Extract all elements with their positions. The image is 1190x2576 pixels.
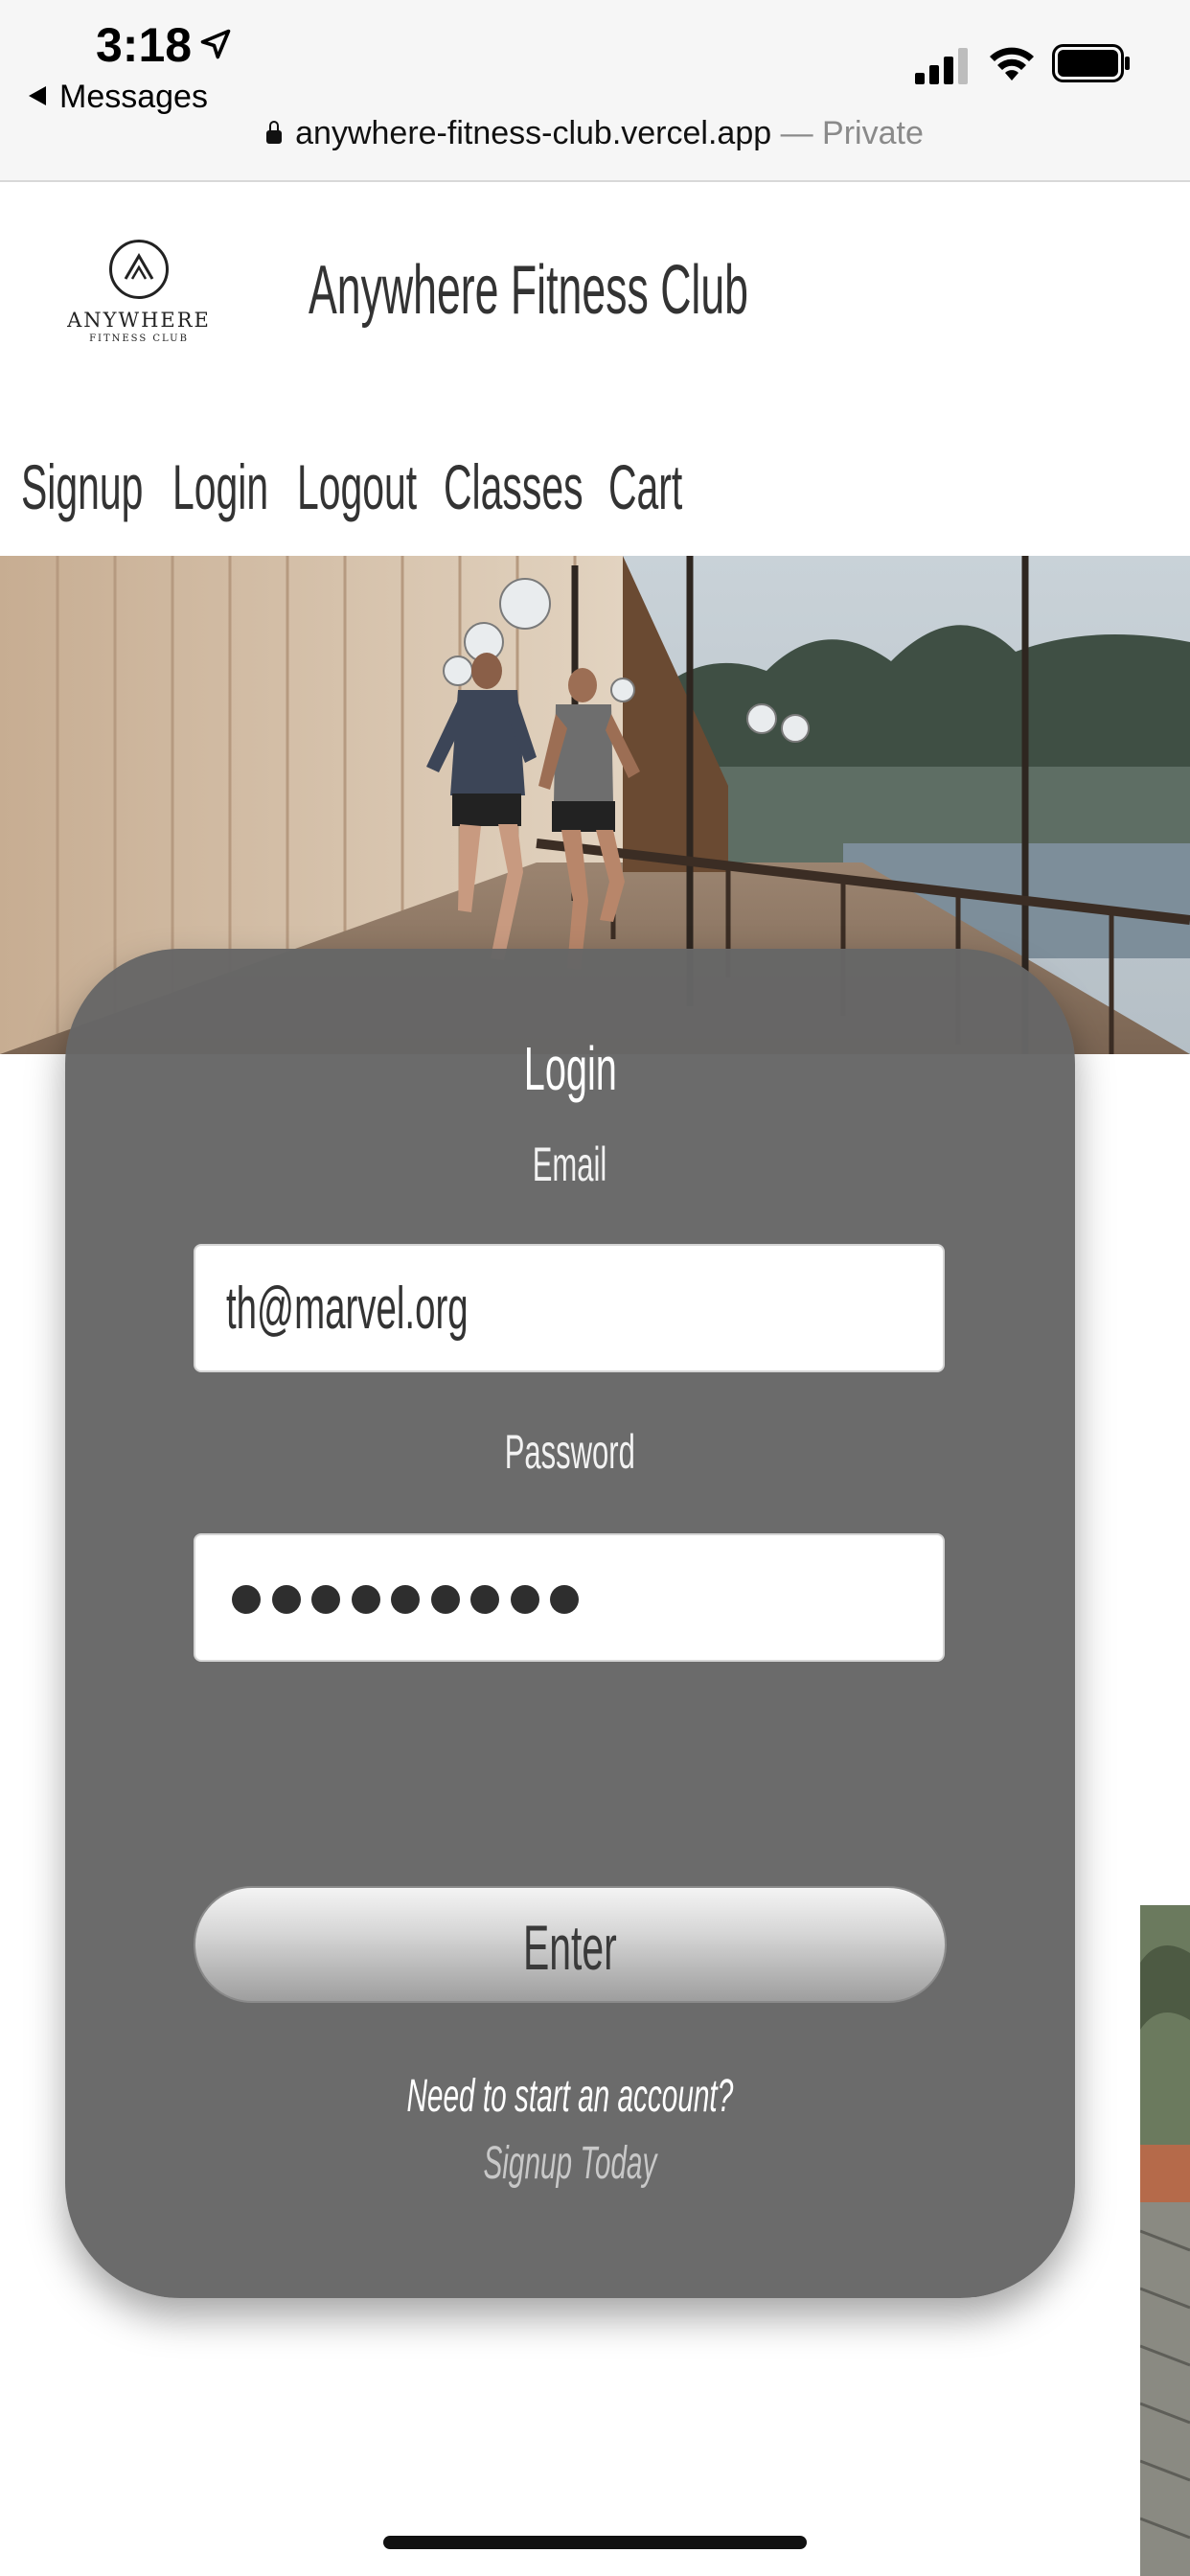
login-title: Login bbox=[523, 1034, 617, 1103]
login-card: Login Email th@marvel.org Password Enter… bbox=[65, 949, 1075, 2298]
enter-button-label: Enter bbox=[523, 1912, 617, 1983]
password-mask bbox=[232, 1585, 590, 1619]
password-dot bbox=[351, 1585, 380, 1614]
back-arrow-icon bbox=[29, 86, 46, 105]
url-text: anywhere-fitness-club.vercel.app bbox=[295, 115, 772, 151]
nav-logout[interactable]: Logout bbox=[297, 450, 417, 523]
nav-signup[interactable]: Signup bbox=[21, 450, 143, 523]
nav-login[interactable]: Login bbox=[172, 450, 268, 523]
password-dot bbox=[510, 1585, 539, 1614]
email-label: Email bbox=[533, 1138, 607, 1191]
password-dot bbox=[391, 1585, 420, 1614]
brand-logo[interactable]: ANYWHERE FITNESS CLUB bbox=[57, 240, 220, 344]
status-time: 3:18 bbox=[96, 18, 193, 72]
enter-button[interactable]: Enter bbox=[194, 1886, 947, 2003]
site-title: Anywhere Fitness Club bbox=[309, 252, 749, 329]
password-dot bbox=[430, 1585, 460, 1614]
logo-text: ANYWHERE bbox=[67, 309, 211, 332]
password-label: Password bbox=[504, 1425, 636, 1479]
password-field[interactable] bbox=[194, 1533, 945, 1662]
signup-today-link[interactable]: Signup Today bbox=[65, 2137, 1075, 2190]
password-dot bbox=[550, 1585, 579, 1614]
back-to-messages[interactable]: Messages bbox=[29, 79, 208, 116]
address-bar[interactable]: anywhere-fitness-club.vercel.app — Priva… bbox=[0, 115, 1190, 152]
logo-subtext: FITNESS CLUB bbox=[89, 334, 189, 344]
wifi-icon bbox=[990, 47, 1034, 80]
status-bar: 3:18 Messages anywhere-fitness-club.verc… bbox=[0, 0, 1190, 182]
private-label: — Private bbox=[771, 115, 924, 151]
home-indicator[interactable] bbox=[383, 2536, 807, 2549]
nav-cart[interactable]: Cart bbox=[608, 450, 682, 523]
password-dot bbox=[271, 1585, 301, 1614]
password-dot bbox=[232, 1585, 261, 1614]
email-value: th@marvel.org bbox=[226, 1276, 469, 1342]
location-arrow-icon bbox=[200, 29, 231, 59]
back-label: Messages bbox=[59, 79, 208, 115]
lock-icon bbox=[266, 121, 283, 144]
email-field[interactable]: th@marvel.org bbox=[194, 1244, 945, 1372]
password-dot bbox=[470, 1585, 499, 1614]
cellular-signal-icon bbox=[915, 48, 968, 84]
side-photo bbox=[1140, 1905, 1190, 2576]
signup-prompt: Need to start an account? bbox=[406, 2071, 734, 2122]
battery-icon bbox=[1052, 44, 1130, 82]
nav-classes[interactable]: Classes bbox=[444, 450, 584, 523]
password-dot bbox=[311, 1585, 340, 1614]
logo-emblem-icon bbox=[109, 240, 169, 299]
